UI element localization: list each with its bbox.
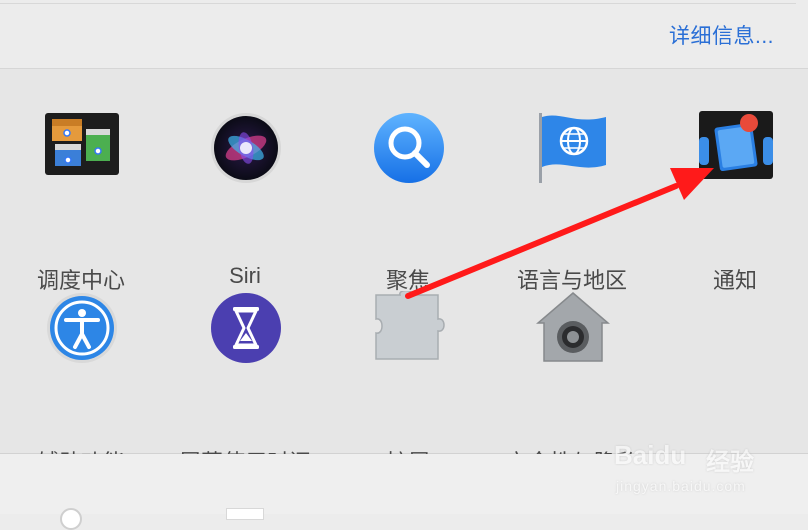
watermark-url: jingyan.baidu.com [616, 478, 746, 494]
screen-time-icon [211, 293, 281, 363]
watermark-brand: Baidu [614, 440, 687, 470]
pref-language-region[interactable]: 语言与地区 [497, 111, 647, 293]
mission-control-icon [45, 113, 119, 175]
pref-notifications[interactable]: 通知 [660, 111, 808, 293]
pref-screen-time[interactable]: 屏幕使用时间 [170, 291, 320, 475]
details-link[interactable]: 详细信息... [669, 20, 774, 50]
notifications-icon [699, 111, 773, 179]
pref-label: 通知 [712, 268, 757, 293]
watermark-name: 经验 [706, 449, 754, 476]
divider [0, 3, 796, 4]
pref-accessibility[interactable]: 辅助功能 [6, 291, 156, 475]
preferences-panel: 调度中心 Siri 聚焦 语言与地区 通知 [0, 69, 808, 475]
partial-icon [226, 508, 264, 520]
pref-siri[interactable]: Siri [170, 111, 320, 288]
pref-mission-control[interactable]: 调度中心 [6, 111, 156, 293]
language-region-icon [539, 113, 606, 183]
security-privacy-icon [536, 292, 610, 362]
watermark: Baidu 经验 jingyan.baidu.com [614, 434, 764, 504]
extensions-icon [375, 291, 445, 360]
spotlight-icon [374, 113, 444, 183]
siri-icon [211, 113, 281, 183]
pref-spotlight[interactable]: 聚焦 [333, 111, 483, 293]
pref-label: Siri [229, 263, 261, 288]
partial-icon [60, 508, 82, 530]
top-band: 详细信息... [0, 0, 808, 69]
pref-extensions[interactable]: 扩展 [333, 291, 483, 475]
accessibility-icon [47, 293, 117, 363]
pref-security-privacy[interactable]: 安全性与隐私 [497, 291, 647, 475]
